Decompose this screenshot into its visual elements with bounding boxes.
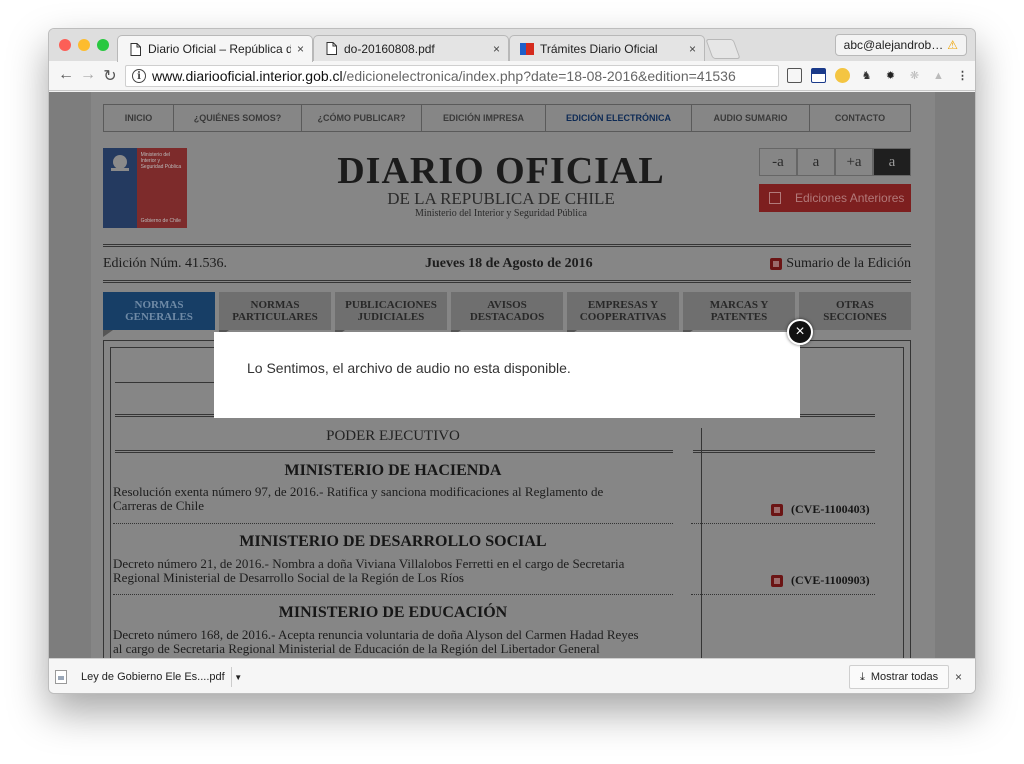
close-window-button[interactable]	[59, 39, 71, 51]
menu-kebab-icon[interactable]: ⋮	[955, 68, 970, 83]
new-tab-button[interactable]	[705, 39, 741, 59]
window-extension-icon[interactable]	[811, 68, 826, 83]
tab-pdf[interactable]: do-20160808.pdf ×	[313, 35, 509, 61]
page-icon	[128, 42, 142, 56]
zoom-window-button[interactable]	[97, 39, 109, 51]
puzzle-extension-icon[interactable]: ❋	[907, 68, 922, 83]
tab-strip: Diario Oficial – República de Chi × do-2…	[49, 29, 975, 62]
weather-extension-icon[interactable]	[835, 68, 850, 83]
download-filename: Ley de Gobierno Ele Es....pdf	[81, 671, 225, 683]
download-arrow-icon: ⤓	[860, 670, 865, 683]
gear-icon[interactable]: ✹	[883, 68, 898, 83]
profile-name: abc@alejandrob…	[843, 38, 944, 52]
cast-icon[interactable]	[787, 68, 802, 83]
tab-label: do-20160808.pdf	[344, 41, 435, 56]
warning-icon: ⚠	[947, 38, 958, 52]
url-path: /edicionelectronica/index.php?date=18-08…	[342, 68, 736, 84]
reload-icon[interactable]: ↻	[101, 66, 119, 86]
agent-extension-icon[interactable]: ♞	[859, 68, 874, 83]
caret-down-icon[interactable]: ▼	[230, 667, 245, 687]
url-host: www.diariooficial.interior.gob.cl	[152, 68, 343, 84]
minimize-window-button[interactable]	[78, 39, 90, 51]
download-item[interactable]: Ley de Gobierno Ele Es....pdf ▼	[55, 665, 245, 689]
file-icon	[55, 670, 67, 684]
profile-button[interactable]: abc@alejandrob… ⚠	[834, 34, 967, 56]
close-tab-icon[interactable]: ×	[689, 42, 696, 56]
window-controls	[59, 39, 109, 51]
tab-label: Diario Oficial – República de Chi	[148, 42, 291, 56]
close-download-bar-icon[interactable]: ×	[955, 670, 962, 684]
page-viewport: INICIO ¿QUIÉNES SOMOS? ¿CÓMO PUBLICAR? E…	[49, 92, 975, 658]
extension-icons: ♞ ✹ ❋ ▲ ⋮	[787, 68, 970, 83]
show-all-label: Mostrar todas	[870, 671, 939, 683]
tab-diario-oficial[interactable]: Diario Oficial – República de Chi ×	[117, 35, 313, 62]
drive-extension-icon[interactable]: ▲	[931, 68, 946, 83]
close-tab-icon[interactable]: ×	[297, 42, 304, 56]
alert-modal: Lo Sentimos, el archivo de audio no esta…	[214, 332, 800, 418]
show-all-button[interactable]: ⤓ Mostrar todas	[849, 665, 950, 689]
close-tab-icon[interactable]: ×	[493, 42, 500, 56]
tab-tramites[interactable]: Trámites Diario Oficial ×	[509, 35, 705, 61]
back-arrow-icon[interactable]: ←	[57, 66, 75, 84]
address-bar[interactable]: i www.diariooficial.interior.gob.cl/edic…	[125, 65, 849, 87]
browser-toolbar: ← → ↻ i www.diariooficial.interior.gob.c…	[49, 61, 975, 91]
forward-arrow-icon[interactable]: →	[79, 66, 97, 84]
tab-label: Trámites Diario Oficial	[540, 41, 658, 56]
close-icon[interactable]: ×	[787, 319, 813, 345]
modal-message: Lo Sentimos, el archivo de audio no esta…	[247, 360, 571, 376]
download-bar: Ley de Gobierno Ele Es....pdf ▼ ⤓ Mostra…	[49, 658, 975, 693]
info-icon[interactable]: i	[132, 69, 146, 83]
browser-window: Diario Oficial – República de Chi × do-2…	[48, 28, 976, 694]
page-icon	[324, 42, 338, 56]
chile-flag-icon	[520, 42, 534, 56]
